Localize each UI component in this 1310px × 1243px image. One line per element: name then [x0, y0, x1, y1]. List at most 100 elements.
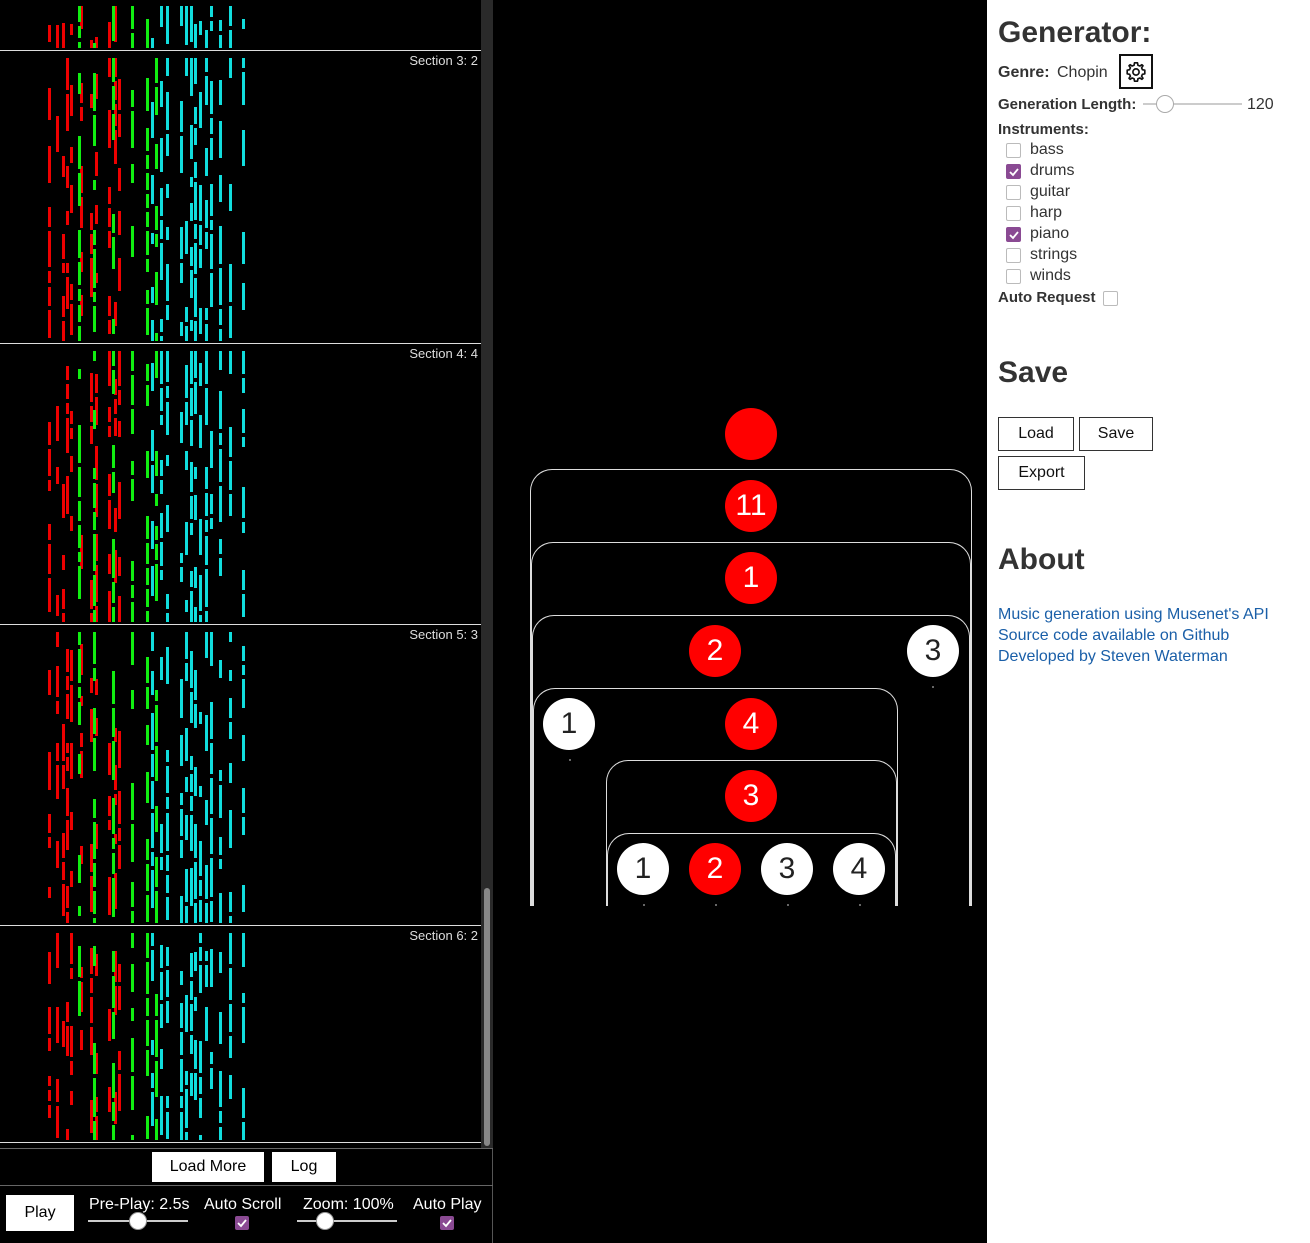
note-bar: [185, 522, 188, 555]
note-bar: [210, 778, 213, 814]
note-bar: [151, 1073, 154, 1088]
note-bar: [219, 859, 222, 869]
note-bar: [185, 58, 188, 76]
note-bar: [131, 783, 134, 820]
note-bar: [112, 976, 115, 1008]
tree-node[interactable]: 3: [907, 625, 959, 677]
instrument-checkbox-piano[interactable]: [1006, 227, 1021, 242]
generation-length-knob[interactable]: [1155, 95, 1174, 113]
note-bar: [108, 22, 111, 48]
instrument-checkbox-winds[interactable]: [1006, 269, 1021, 284]
note-bar: [108, 231, 111, 248]
export-button[interactable]: Export: [998, 456, 1085, 490]
piano-roll[interactable]: Section 3: 2 Section 4: 4 Section 5: 3 S…: [0, 0, 481, 1148]
note-bar: [190, 320, 193, 331]
instrument-checkbox-drums[interactable]: [1006, 164, 1021, 179]
note-bar: [190, 774, 193, 792]
note-bar: [56, 632, 59, 647]
play-button[interactable]: Play: [5, 1194, 75, 1232]
note-bar: [229, 763, 232, 783]
author-link[interactable]: Developed by Steven Waterman: [998, 648, 1228, 666]
note-bar: [205, 388, 208, 425]
node-label: 1: [560, 707, 578, 740]
note-bar: [66, 757, 69, 771]
note-bar: [108, 407, 111, 422]
zoom-slider-knob[interactable]: [316, 1212, 334, 1230]
scroll-thumb[interactable]: [484, 888, 490, 1146]
note-bar: [93, 575, 96, 606]
note-bar: [48, 814, 51, 833]
note-bar: [131, 375, 134, 405]
note-bar: [151, 713, 154, 750]
note-bar: [151, 363, 154, 391]
note-bar: [70, 428, 73, 439]
tree-node[interactable]: 4: [725, 698, 777, 750]
tree-node[interactable]: 3: [761, 843, 813, 895]
node-label: 2: [706, 852, 724, 885]
note-bar: [108, 110, 111, 148]
save-button[interactable]: Save: [1079, 417, 1153, 451]
note-bar: [210, 949, 213, 987]
note-bar: [194, 862, 197, 899]
note-bar: [155, 564, 158, 601]
note-bar: [229, 916, 232, 923]
roll-scrollbar[interactable]: [481, 0, 493, 1148]
note-bar: [205, 1007, 208, 1041]
note-bar: [219, 1012, 222, 1044]
tree-node[interactable]: 11: [725, 480, 777, 532]
instrument-checkbox-bass[interactable]: [1006, 143, 1021, 158]
note-bar: [219, 175, 222, 202]
note-bar: [66, 886, 69, 908]
note-bar: [219, 351, 222, 370]
note-bar: [80, 733, 83, 747]
note-bar: [108, 554, 111, 574]
autoscroll-checkbox[interactable]: [235, 1216, 249, 1230]
github-link[interactable]: Source code available on Github: [998, 627, 1229, 645]
tree-node[interactable]: 4: [833, 843, 885, 895]
tree-node[interactable]: 1: [617, 843, 669, 895]
note-bar: [190, 388, 193, 416]
load-more-button[interactable]: Load More: [151, 1151, 265, 1183]
tree-node[interactable]: 2: [689, 843, 741, 895]
note-bar: [62, 862, 65, 880]
note-bar: [180, 840, 183, 858]
note-bar: [155, 351, 158, 378]
tree-node[interactable]: 1: [543, 698, 595, 750]
auto-request-checkbox[interactable]: [1103, 291, 1118, 306]
musenet-link[interactable]: Music generation using Musenet's API: [998, 606, 1269, 624]
note-bar: [93, 799, 96, 818]
tree-node[interactable]: 3: [725, 770, 777, 822]
note-bar: [146, 385, 149, 406]
note-bar: [194, 824, 197, 858]
note-bar: [194, 107, 197, 124]
note-bar: [112, 351, 115, 366]
generation-length-value: 120: [1247, 96, 1274, 113]
note-bar: [205, 800, 208, 825]
instrument-checkbox-harp[interactable]: [1006, 206, 1021, 221]
tree-node[interactable]: 1: [725, 552, 777, 604]
note-bar: [155, 705, 158, 742]
genre-settings-button[interactable]: [1119, 54, 1153, 89]
zoom-slider[interactable]: [297, 1220, 397, 1222]
instrument-checkbox-strings[interactable]: [1006, 248, 1021, 263]
note-bar: [210, 21, 213, 31]
note-bar: [160, 972, 163, 1000]
note-bar: [180, 1096, 183, 1108]
instrument-label-bass: bass: [1030, 141, 1064, 158]
autoplay-checkbox[interactable]: [440, 1216, 454, 1230]
note-bar: [229, 810, 232, 848]
preplay-slider-knob[interactable]: [129, 1212, 147, 1230]
node-marker: [715, 904, 717, 906]
note-bar: [185, 6, 188, 45]
note-bar: [151, 566, 154, 596]
instrument-checkbox-guitar[interactable]: [1006, 185, 1021, 200]
note-bar: [242, 487, 245, 518]
tree-node[interactable]: 2: [689, 625, 741, 677]
note-bar: [151, 233, 154, 244]
note-bar: [242, 19, 245, 29]
note-bar: [194, 278, 197, 317]
tree-node-root[interactable]: [725, 408, 777, 460]
note-bar: [229, 1004, 232, 1032]
load-button[interactable]: Load: [998, 417, 1074, 451]
log-button[interactable]: Log: [271, 1151, 337, 1183]
